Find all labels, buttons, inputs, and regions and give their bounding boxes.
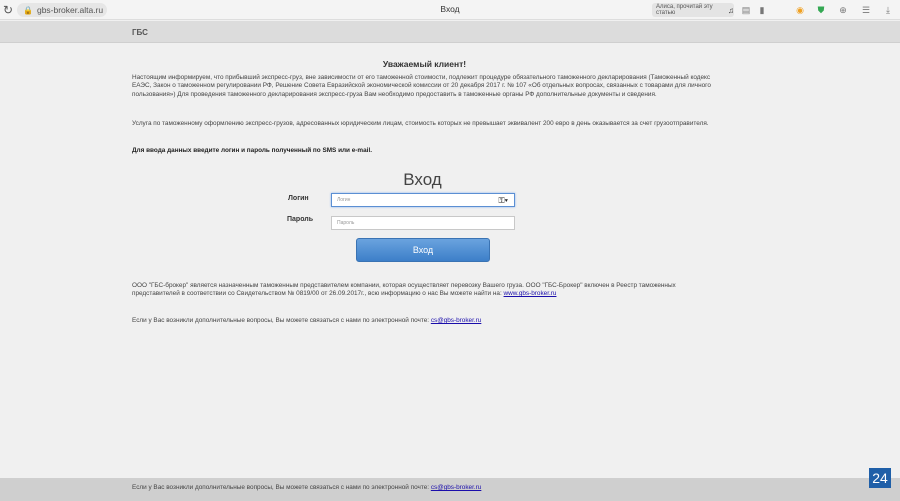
headphones-icon: ♫ [728,5,734,15]
extension-icon[interactable]: ◉ [794,3,806,17]
vpn-icon[interactable]: ⊕ [837,3,849,17]
login-instruction: Для ввода данных введите логин и пароль … [132,147,373,154]
browser-toolbar: ↻ 🔒 gbs-broker.alta.ru Вход Алиса, прочи… [0,0,900,20]
page-footer: Если у Вас возникли дополнительные вопро… [0,478,900,501]
login-placeholder: Логин [337,197,351,203]
footer-email-link[interactable]: cs@gbs-broker.ru [431,484,482,491]
shield-icon[interactable]: ⛊ [815,3,827,17]
read-aloud-label: Алиса, прочитай эту статью [656,4,713,16]
notice-paragraph-fee: Услуга по таможенному оформлению экспрес… [132,120,709,127]
badge-24[interactable]: 24 [869,468,891,488]
email-link[interactable]: cs@gbs-broker.ru [431,317,482,324]
password-placeholder: Пароль [337,220,355,226]
url-text: gbs-broker.alta.ru [36,5,104,15]
reader-icon[interactable]: ▤ [740,3,752,17]
lock-icon: 🔒 [23,5,33,15]
greeting-heading: Уважаемый клиент! [382,59,467,69]
representative-text: ООО "ГБС-брокер" является назначенным та… [132,282,676,298]
login-label: Логин [288,195,309,202]
site-header: ГБС [0,21,900,43]
sidebar-icon[interactable]: ☰ [860,3,872,17]
website-link[interactable]: www.gbs-broker.ru [504,290,557,297]
reload-icon[interactable]: ↻ [3,3,13,17]
footer-contact: Если у Вас возникли дополнительные вопро… [132,484,481,491]
bookmark-icon[interactable]: ▮ [756,3,768,17]
read-aloud-button[interactable]: Алиса, прочитай эту статью ♫ [652,3,734,17]
footer-contact-text: Если у Вас возникли дополнительные вопро… [132,484,431,491]
address-bar[interactable]: 🔒 gbs-broker.alta.ru [17,3,107,17]
login-submit-button[interactable]: Вход [356,238,490,262]
login-input[interactable]: Логин ⚿▾ [331,193,515,207]
key-icon[interactable]: ⚿▾ [499,195,508,206]
site-title: ГБС [132,28,148,37]
login-heading: Вход [403,170,442,189]
password-label: Пароль [287,216,314,223]
contact-text: Если у Вас возникли дополнительные вопро… [132,317,431,324]
contact-info: Если у Вас возникли дополнительные вопро… [132,317,717,325]
password-input[interactable]: Пароль [331,216,515,230]
notice-paragraph: Настоящим информируем, что прибывший экс… [132,74,711,98]
representative-info: ООО "ГБС-брокер" является назначенным та… [132,282,717,299]
download-icon[interactable]: ⤓ [882,3,894,17]
